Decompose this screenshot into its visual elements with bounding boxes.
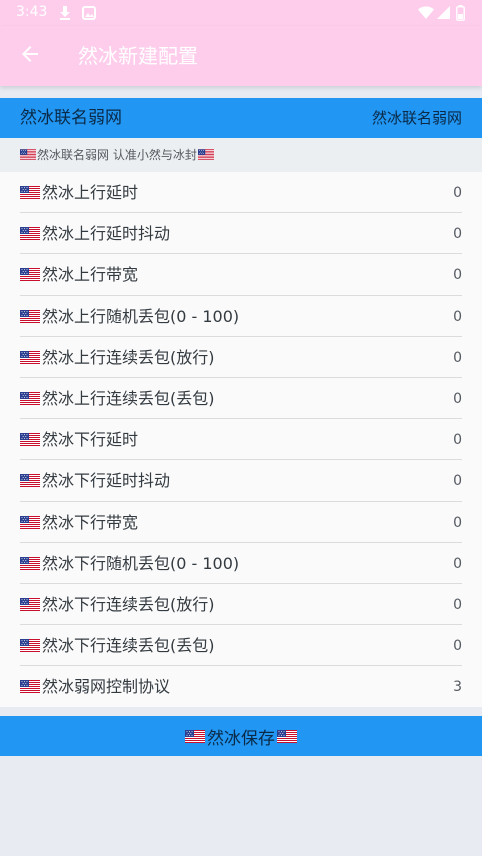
setting-label-text: 然冰下行随机丢包(0 - 100): [42, 553, 240, 573]
gallery-icon: [82, 5, 96, 25]
arrow-left-icon: [20, 44, 40, 68]
setting-label: 然冰弱网控制协议: [20, 677, 170, 697]
profile-name: 然冰联名弱网: [20, 108, 122, 128]
setting-row[interactable]: 然冰上行随机丢包(0 - 100) 0: [20, 296, 462, 337]
us-flag-icon: [20, 186, 40, 199]
setting-row[interactable]: 然冰上行连续丢包(丢包) 0: [20, 378, 462, 420]
setting-label: 然冰下行延时抖动: [20, 471, 170, 491]
setting-label: 然冰上行连续丢包(丢包): [20, 389, 215, 409]
section-header: 然冰联名弱网 认准小然与冰封: [0, 138, 482, 172]
setting-row[interactable]: 然冰下行连续丢包(放行) 0: [20, 584, 462, 626]
setting-label: 然冰下行随机丢包(0 - 100): [20, 554, 239, 574]
setting-label-text: 然冰上行随机丢包(0 - 100): [42, 306, 240, 326]
setting-label: 然冰下行连续丢包(丢包): [20, 636, 215, 656]
status-bar: 3:43: [0, 0, 482, 26]
setting-label: 然冰上行延时抖动: [20, 224, 170, 244]
setting-label: 然冰上行带宽: [20, 265, 138, 285]
setting-row[interactable]: 然冰上行带宽 0: [20, 254, 462, 296]
status-time: 3:43: [16, 4, 48, 20]
setting-value: 0: [453, 555, 462, 572]
setting-value: 0: [453, 596, 462, 613]
us-flag-icon: [20, 351, 40, 364]
setting-label: 然冰下行连续丢包(放行): [20, 595, 215, 615]
setting-label: 然冰下行带宽: [20, 513, 138, 533]
setting-label-text: 然冰上行延时抖动: [42, 224, 171, 244]
setting-row[interactable]: 然冰下行延时抖动 0: [20, 460, 462, 502]
setting-value: 0: [453, 514, 462, 531]
setting-label-text: 然冰弱网控制协议: [42, 677, 171, 697]
wifi-icon: [418, 5, 434, 24]
setting-row[interactable]: 然冰下行随机丢包(0 - 100) 0: [20, 543, 462, 584]
signal-icon: [437, 5, 451, 24]
setting-row[interactable]: 然冰下行带宽 0: [20, 502, 462, 543]
setting-label-text: 然冰下行带宽: [42, 512, 139, 532]
section-header-label: 然冰联名弱网 认准小然与冰封: [37, 148, 197, 162]
settings-list: 然冰上行延时 0 然冰上行延时抖动 0 然冰上行带宽 0 然冰上行随机丢包(0 - 100)…: [0, 172, 482, 708]
setting-row[interactable]: 然冰上行延时 0: [20, 172, 462, 214]
us-flag-icon: [20, 598, 40, 611]
us-flag-icon: [20, 392, 40, 405]
setting-label-text: 然冰下行延时: [42, 430, 139, 450]
us-flag-icon: [20, 474, 40, 487]
profile-value: 然冰联名弱网: [371, 109, 462, 127]
us-flag-icon: [20, 227, 40, 240]
setting-row[interactable]: 然冰上行连续丢包(放行) 0: [20, 337, 462, 378]
us-flag-icon: [20, 310, 40, 323]
setting-value: 0: [453, 267, 462, 284]
setting-row[interactable]: 然冰下行连续丢包(丢包) 0: [20, 625, 462, 667]
setting-row[interactable]: 然冰下行延时 0: [20, 419, 462, 461]
setting-label: 然冰下行延时: [20, 430, 138, 450]
section-header-text: 然冰联名弱网 认准小然与冰封: [20, 147, 214, 163]
us-flag-icon: [20, 433, 40, 446]
download-icon: [58, 5, 72, 25]
setting-value: 0: [453, 185, 462, 201]
setting-value: 0: [453, 308, 462, 325]
us-flag-icon: [20, 268, 40, 281]
setting-label-text: 然冰上行连续丢包(放行): [42, 347, 215, 367]
us-flag-icon: [20, 516, 40, 529]
save-button[interactable]: 然冰保存: [0, 716, 482, 756]
setting-value: 3: [453, 679, 462, 696]
profile-selector[interactable]: 然冰联名弱网 然冰联名弱网: [0, 98, 482, 138]
setting-label: 然冰上行连续丢包(放行): [20, 348, 215, 368]
setting-row[interactable]: 然冰上行延时抖动 0: [20, 213, 462, 255]
setting-label-text: 然冰下行连续丢包(放行): [42, 594, 215, 614]
setting-label-text: 然冰上行带宽: [42, 265, 139, 285]
setting-value: 0: [453, 473, 462, 490]
us-flag-icon: [277, 730, 297, 743]
setting-value: 0: [453, 432, 462, 449]
setting-label-text: 然冰下行连续丢包(丢包): [42, 636, 215, 656]
back-button[interactable]: [10, 36, 50, 76]
save-button-label: 然冰保存: [207, 728, 275, 749]
us-flag-icon: [20, 149, 36, 160]
setting-value: 0: [453, 638, 462, 655]
app-bar: 然冰新建配置: [0, 26, 482, 86]
setting-label-text: 然冰上行延时: [42, 183, 139, 202]
setting-value: 0: [453, 349, 462, 366]
us-flag-icon: [20, 557, 40, 570]
setting-label-text: 然冰下行延时抖动: [42, 471, 171, 491]
battery-icon: [456, 5, 465, 25]
us-flag-icon: [20, 680, 40, 693]
setting-label-text: 然冰上行连续丢包(丢包): [42, 388, 215, 408]
setting-value: 0: [453, 226, 462, 243]
us-flag-icon: [20, 639, 40, 652]
setting-value: 0: [453, 390, 462, 407]
us-flag-icon: [185, 730, 205, 743]
page-title: 然冰新建配置: [78, 44, 198, 68]
setting-label: 然冰上行延时: [20, 183, 138, 203]
setting-row[interactable]: 然冰弱网控制协议 3: [20, 666, 462, 707]
setting-label: 然冰上行随机丢包(0 - 100): [20, 307, 239, 327]
us-flag-icon: [198, 149, 214, 160]
